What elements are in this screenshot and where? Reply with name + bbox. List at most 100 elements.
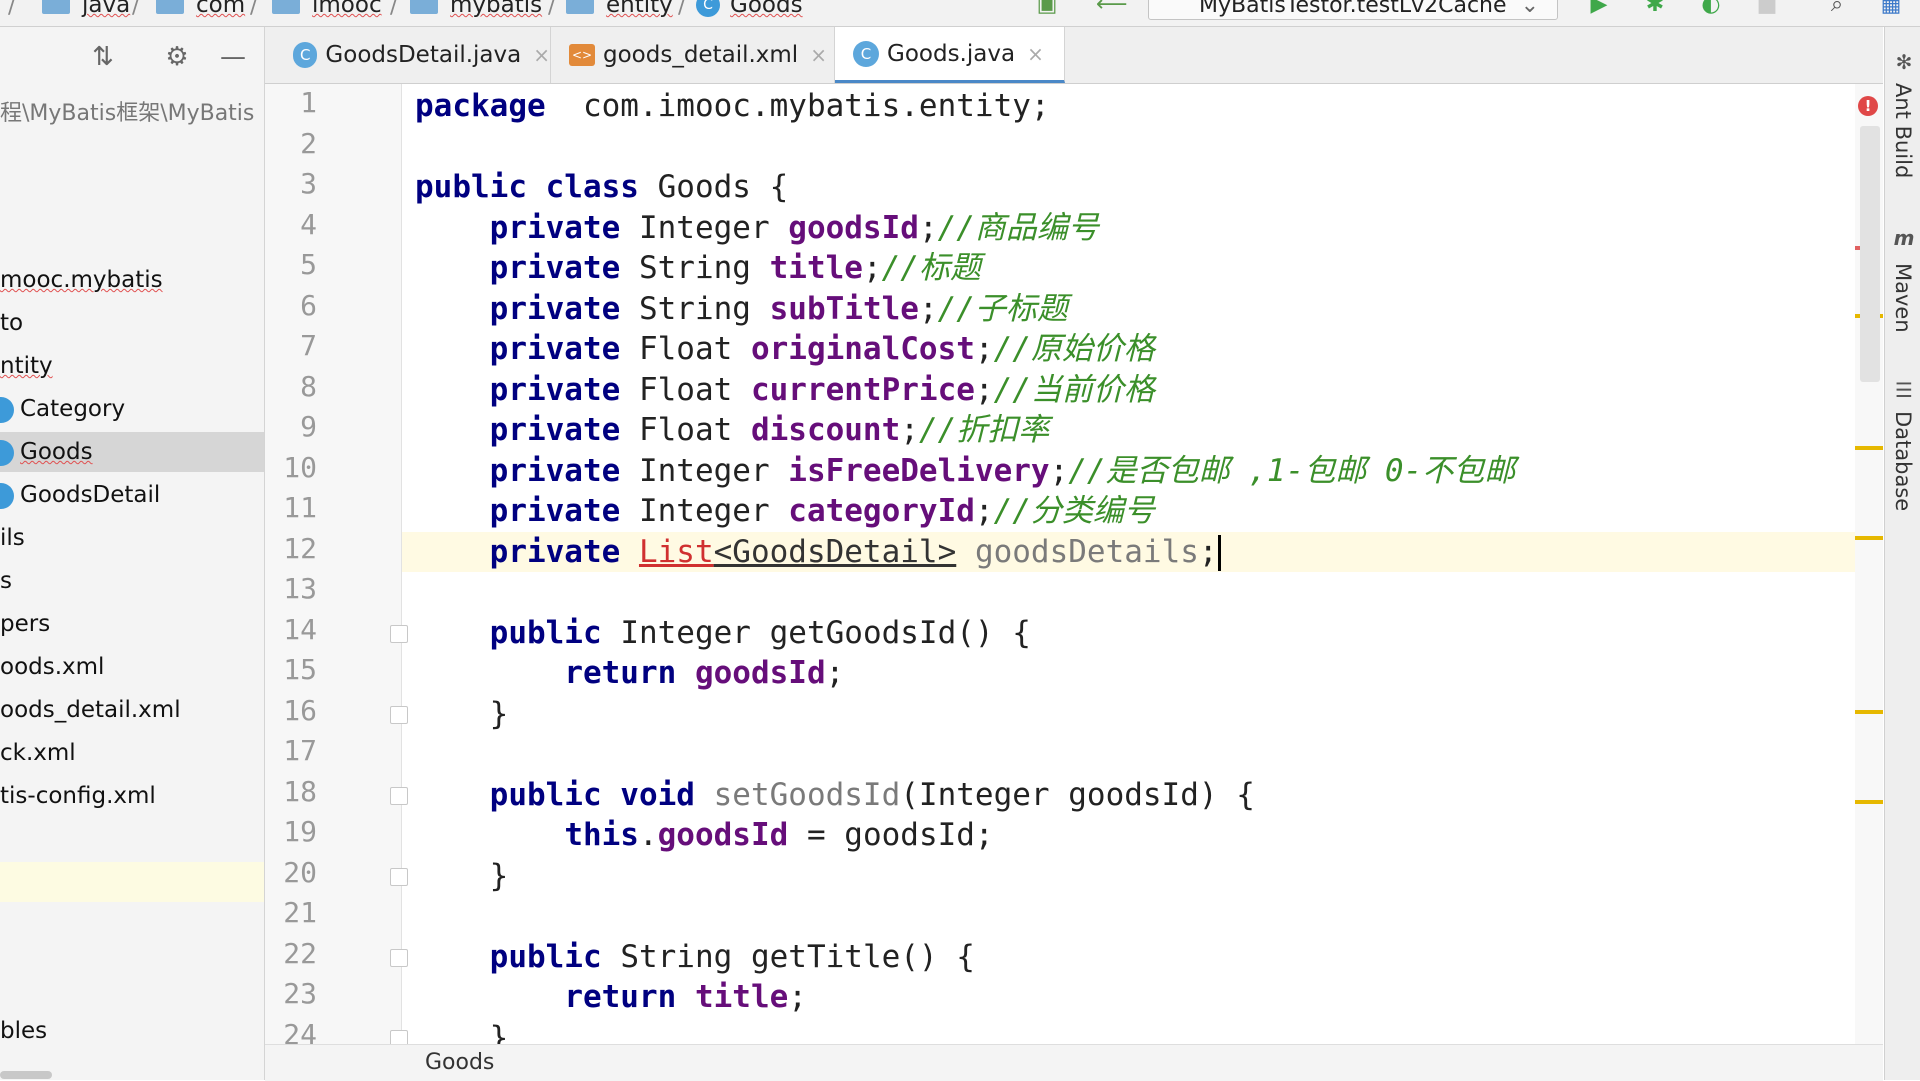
warning-mark[interactable]: [1855, 446, 1883, 450]
search-icon[interactable]: ⌕: [1822, 0, 1852, 18]
ant-icon[interactable]: ✻: [1893, 51, 1915, 73]
code-line[interactable]: private String title;//标题: [415, 248, 981, 288]
code-line[interactable]: private String subTitle;//子标题: [415, 289, 1068, 329]
run-configuration-selector[interactable]: MyBatisTestor.testLv2Cache ⌄: [1148, 0, 1558, 20]
code-line[interactable]: public class Goods {: [415, 167, 788, 207]
code-line[interactable]: }: [415, 1018, 509, 1045]
line-number[interactable]: 3: [265, 167, 317, 200]
tree-item-goods-xml[interactable]: oods.xml: [0, 647, 264, 687]
code-line[interactable]: private Integer goodsId;//商品编号: [415, 208, 1099, 248]
back-arrow-icon[interactable]: ⟵: [1096, 0, 1128, 18]
stop-icon[interactable]: ■: [1752, 0, 1782, 18]
code-line[interactable]: return goodsId;: [415, 653, 844, 693]
tool-maven[interactable]: Maven: [1891, 263, 1915, 333]
line-number[interactable]: 19: [265, 815, 317, 848]
breadcrumb-imooc[interactable]: imooc: [272, 0, 382, 18]
tree-item-utils[interactable]: ils: [0, 518, 264, 558]
line-number[interactable]: 10: [265, 451, 317, 484]
line-number[interactable]: 14: [265, 613, 317, 646]
code-line[interactable]: private Float currentPrice;//当前价格: [415, 370, 1155, 410]
error-indicator-icon[interactable]: !: [1858, 96, 1878, 116]
breadcrumb-mybatis[interactable]: mybatis: [410, 0, 542, 18]
code-line[interactable]: private Float originalCost;//原始价格: [415, 329, 1155, 369]
code-line[interactable]: private Integer categoryId;//分类编号: [415, 491, 1155, 531]
collapse-all-icon[interactable]: ⇅: [88, 42, 118, 72]
line-number[interactable]: 22: [265, 937, 317, 970]
code-line[interactable]: public String getTitle() {: [415, 937, 975, 977]
minimize-icon[interactable]: —: [218, 42, 248, 72]
line-number[interactable]: 1: [265, 86, 317, 119]
code-line[interactable]: public Integer getGoodsId() {: [415, 613, 1031, 653]
line-number[interactable]: 2: [265, 127, 317, 160]
line-number[interactable]: 9: [265, 410, 317, 443]
fold-marker[interactable]: [390, 1029, 408, 1044]
code-line[interactable]: }: [415, 856, 509, 896]
tree-item-logback-xml[interactable]: ck.xml: [0, 733, 264, 773]
line-number[interactable]: 8: [265, 370, 317, 403]
line-number[interactable]: 5: [265, 248, 317, 281]
line-number[interactable]: 15: [265, 653, 317, 686]
breadcrumb-java[interactable]: java: [42, 0, 130, 18]
line-number[interactable]: 18: [265, 775, 317, 808]
line-number[interactable]: 7: [265, 329, 317, 362]
breadcrumb-goods[interactable]: C Goods: [696, 0, 803, 18]
warning-mark[interactable]: [1855, 710, 1883, 714]
tree-item-goods[interactable]: Goods: [0, 432, 264, 472]
vertical-scrollbar[interactable]: [1860, 126, 1880, 382]
breadcrumb-class[interactable]: Goods: [425, 1050, 494, 1075]
fold-marker[interactable]: [390, 948, 408, 967]
line-number[interactable]: 6: [265, 289, 317, 322]
project-structure-icon[interactable]: ▦: [1876, 0, 1906, 18]
fold-marker[interactable]: [390, 624, 408, 643]
close-icon[interactable]: ×: [810, 43, 827, 67]
tab-goods-detail-xml[interactable]: <> goods_detail.xml ×: [551, 27, 835, 83]
tree-item-goods-detail-xml[interactable]: oods_detail.xml: [0, 690, 264, 730]
tab-goods-java[interactable]: C Goods.java ×: [835, 27, 1065, 83]
tree-item-category[interactable]: Category: [0, 389, 264, 429]
database-icon[interactable]: ☰: [1893, 379, 1915, 401]
tree-item-dto[interactable]: to: [0, 303, 264, 343]
coverage-icon[interactable]: ◐: [1696, 0, 1726, 18]
line-number[interactable]: 20: [265, 856, 317, 889]
close-icon[interactable]: ×: [1027, 42, 1044, 66]
code-editor[interactable]: 1 2 3 4 5 6 7 8 9 10 11 12 13 14 15 16 17 18 19 20 21 22 23 24 …: [265, 84, 1883, 1044]
line-number[interactable]: 24: [265, 1018, 317, 1045]
tool-ant-build[interactable]: Ant Build: [1891, 83, 1915, 178]
run-icon[interactable]: ▶: [1584, 0, 1614, 18]
line-number[interactable]: 16: [265, 694, 317, 727]
maven-icon[interactable]: m: [1893, 227, 1915, 249]
warning-mark[interactable]: [1855, 536, 1883, 540]
warning-mark[interactable]: [1855, 800, 1883, 804]
code-line[interactable]: private List<GoodsDetail> goodsDetails;: [415, 532, 1221, 572]
debug-icon[interactable]: ✱: [1640, 0, 1670, 18]
code-line[interactable]: public void setGoodsId(Integer goodsId) …: [415, 775, 1255, 815]
breadcrumb-com[interactable]: com: [156, 0, 245, 18]
tree-item-mybatis-config-xml[interactable]: tis-config.xml: [0, 776, 264, 816]
tree-item-entity[interactable]: ntity: [0, 346, 264, 386]
line-number[interactable]: 12: [265, 532, 317, 565]
code-line[interactable]: this.goodsId = goodsId;: [415, 815, 993, 855]
code-line[interactable]: return title;: [415, 977, 807, 1017]
tree-item-goodsdetail[interactable]: GoodsDetail: [0, 475, 264, 515]
line-number[interactable]: 11: [265, 491, 317, 524]
code-line[interactable]: }: [415, 694, 509, 734]
tree-item-external-libraries[interactable]: bles: [0, 1011, 264, 1051]
tool-database[interactable]: Database: [1891, 411, 1915, 511]
line-number[interactable]: 13: [265, 572, 317, 605]
tab-goodsdetail-java[interactable]: C GoodsDetail.java ×: [275, 27, 551, 83]
line-number[interactable]: 4: [265, 208, 317, 241]
fold-marker[interactable]: [390, 786, 408, 805]
tree-item-mappers[interactable]: pers: [0, 604, 264, 644]
fold-marker[interactable]: [390, 705, 408, 724]
code-line[interactable]: package com.imooc.mybatis.entity;: [415, 86, 1050, 126]
code-line[interactable]: private Integer isFreeDelivery;//是否包邮 ,1…: [415, 451, 1516, 491]
build-icon[interactable]: ▣: [1032, 0, 1062, 18]
tree-item-resources[interactable]: s: [0, 561, 264, 601]
line-number[interactable]: 23: [265, 977, 317, 1010]
code-line[interactable]: private Float discount;//折扣率: [415, 410, 1050, 450]
tree-item-highlighted[interactable]: [0, 862, 264, 902]
close-icon[interactable]: ×: [533, 43, 550, 67]
tree-item-package[interactable]: mooc.mybatis: [0, 260, 264, 300]
breadcrumb-entity[interactable]: entity: [566, 0, 673, 18]
gear-icon[interactable]: ⚙: [162, 42, 192, 72]
